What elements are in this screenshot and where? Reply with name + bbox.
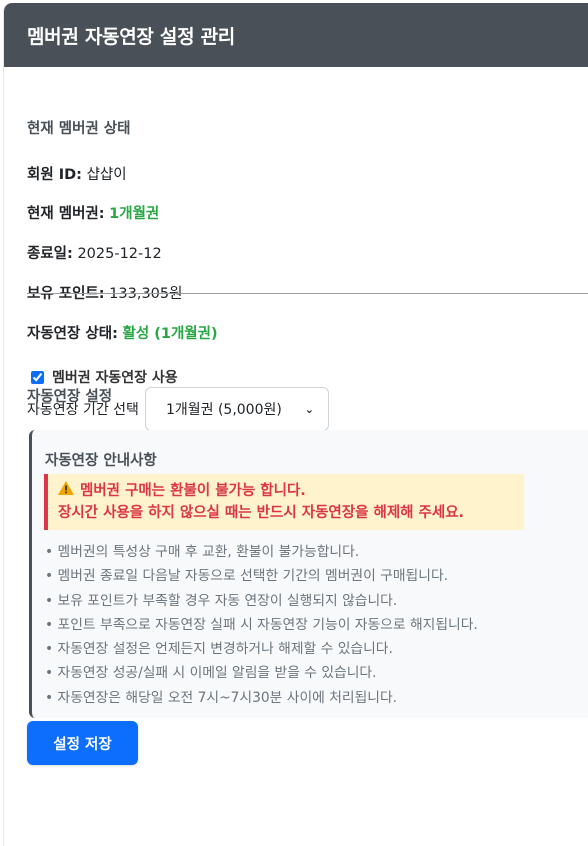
auto-renew-checkbox-label: 멤버권 자동연장 사용 [52, 370, 178, 386]
auto-status-row: 자동연장 상태: 활성 (1개월권) [27, 322, 218, 343]
divider [27, 293, 588, 294]
warning-icon [58, 480, 74, 502]
info-list: 멤버권의 특성상 구매 후 교환, 환불이 불가능합니다. 멤버권 종료일 다음… [45, 540, 478, 710]
auto-status-label: 자동연장 상태: [27, 326, 118, 342]
auto-renew-checkbox[interactable] [31, 370, 44, 384]
status-section-title: 현재 멤버권 상태 [27, 121, 131, 137]
membership-row: 현재 멤버권: 1개월권 [27, 202, 159, 223]
save-button[interactable]: 설정 저장 [27, 721, 138, 765]
auto-status-value: 활성 (1개월권) [122, 326, 218, 342]
auto-renew-checkbox-row[interactable]: 멤버권 자동연장 사용 [31, 367, 178, 387]
points-value: 133,305원 [109, 286, 183, 302]
member-id-row: 회원 ID: 샵샵이 [27, 163, 127, 184]
settings-card: 멤버권 자동연장 설정 관리 현재 멤버권 상태 회원 ID: 샵샵이 현재 멤… [3, 3, 588, 846]
period-selected-value: 1개월권 (5,000원) [165, 402, 282, 418]
list-item: 멤버권 종료일 다음날 자동으로 선택한 기간의 멤버권이 구매됩니다. [45, 564, 478, 588]
period-select[interactable]: 1개월권 (5,000원) ⌄ [144, 387, 329, 431]
period-label: 자동연장 기간 선택 [27, 402, 139, 418]
period-row: 자동연장 기간 선택 1개월권 (5,000원) ⌄ [27, 387, 329, 431]
member-id-value: 샵샵이 [86, 167, 127, 183]
list-item: 자동연장은 해당일 오전 7시~7시30분 사이에 처리됩니다. [45, 686, 478, 710]
warning-line-2: 장시간 사용을 하지 않으실 때는 반드시 자동연장을 해제해 주세요. [58, 505, 465, 521]
info-box: 자동연장 안내사항 멤버권 구매는 환불이 불가능 합니다. 장시간 사용을 하… [29, 430, 588, 718]
end-date-row: 종료일: 2025-12-12 [27, 242, 162, 263]
list-item: 포인트 부족으로 자동연장 실패 시 자동연장 기능이 자동으로 해지됩니다. [45, 613, 478, 637]
list-item: 보유 포인트가 부족할 경우 자동 연장이 실행되지 않습니다. [45, 589, 478, 613]
page-title: 멤버권 자동연장 설정 관리 [27, 25, 235, 48]
warning-line-1: 멤버권 구매는 환불이 불가능 합니다. [80, 483, 306, 499]
list-item: 자동연장 설정은 언제든지 변경하거나 해제할 수 있습니다. [45, 637, 478, 661]
member-id-label: 회원 ID: [27, 167, 82, 183]
points-label: 보유 포인트: [27, 286, 105, 302]
list-item: 자동연장 성공/실패 시 이메일 알림을 받을 수 있습니다. [45, 661, 478, 685]
membership-value: 1개월권 [109, 206, 160, 222]
card-header: 멤버권 자동연장 설정 관리 [4, 3, 588, 67]
end-date-value: 2025-12-12 [77, 246, 162, 262]
end-date-label: 종료일: [27, 246, 73, 262]
chevron-down-icon: ⌄ [304, 402, 314, 416]
membership-label: 현재 멤버권: [27, 206, 105, 222]
info-title: 자동연장 안내사항 [45, 453, 157, 469]
list-item: 멤버권의 특성상 구매 후 교환, 환불이 불가능합니다. [45, 540, 478, 564]
refund-warning: 멤버권 구매는 환불이 불가능 합니다. 장시간 사용을 하지 않으실 때는 반… [44, 474, 524, 530]
